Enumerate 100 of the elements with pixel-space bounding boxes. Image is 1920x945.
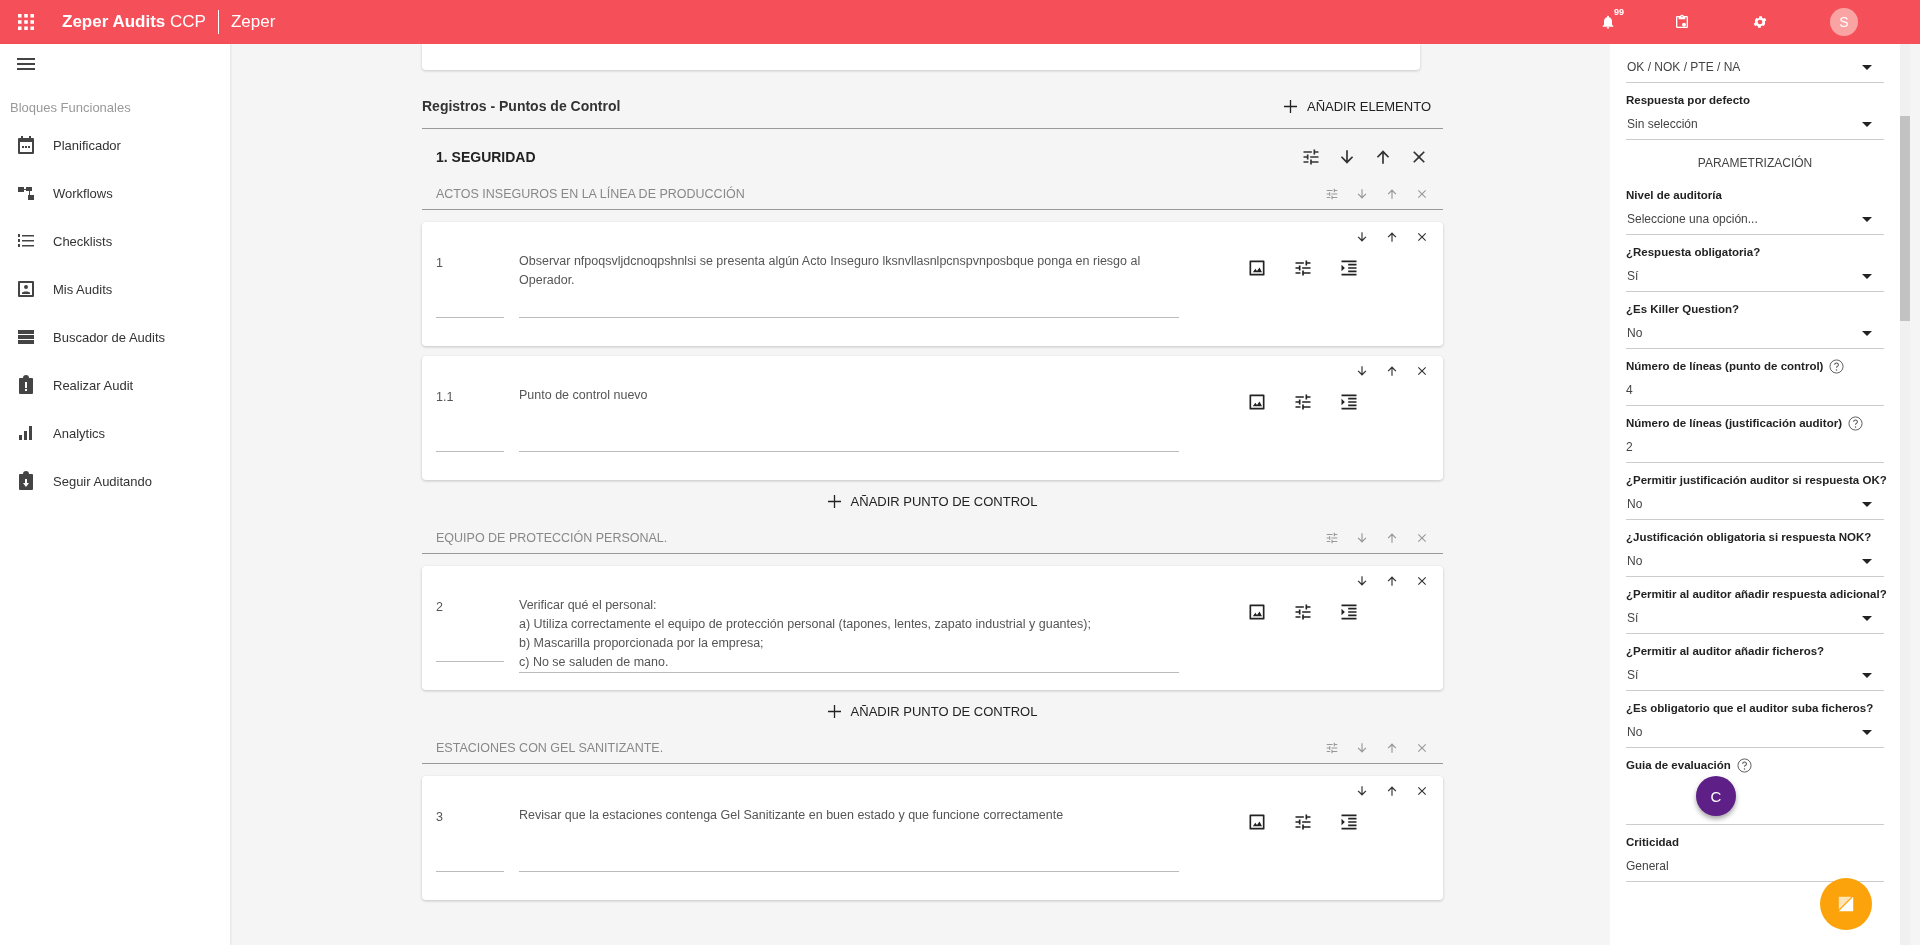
user-avatar[interactable]: C bbox=[1696, 776, 1736, 816]
indent-icon[interactable] bbox=[1339, 602, 1359, 622]
help-icon[interactable] bbox=[1736, 757, 1752, 773]
dropdown-field[interactable]: Seleccione una opción... bbox=[1626, 204, 1884, 235]
sidebar-item[interactable]: Mis Audits bbox=[0, 265, 230, 313]
dropdown-field[interactable]: No bbox=[1626, 318, 1884, 349]
contact-card-icon bbox=[16, 279, 36, 299]
add-control-point-button[interactable]: AÑADIR PUNTO DE CONTROL bbox=[815, 490, 1050, 513]
group-heading: ACTOS INSEGUROS EN LA LÍNEA DE PRODUCCIÓN bbox=[436, 187, 745, 201]
apps-grid-icon[interactable] bbox=[18, 14, 34, 30]
arrow-up-icon[interactable] bbox=[1385, 574, 1399, 588]
input-field[interactable]: 4 bbox=[1626, 375, 1884, 406]
scrollbar-thumb[interactable] bbox=[1900, 116, 1910, 321]
dropdown-field[interactable]: Sí bbox=[1626, 660, 1884, 691]
image-icon[interactable] bbox=[1247, 812, 1267, 832]
field-label: ¿Respuesta obligatoria? bbox=[1626, 246, 1761, 258]
clipboard-download-icon bbox=[16, 471, 36, 491]
field-label: Número de líneas (punto de control) bbox=[1626, 360, 1824, 372]
text-field[interactable]: Verificar qué el personal: a) Utiliza correctamente el equipo de protección personal (tapones, lentes, zapato industrial y guantes); b) Mascarilla proporcionada por la empresa; c) No se saluden de mano. bbox=[519, 596, 1179, 673]
add-element-button[interactable]: AÑADIR ELEMENTO bbox=[1272, 94, 1443, 118]
tune-icon[interactable] bbox=[1293, 258, 1313, 278]
sidebar-item[interactable]: Buscador de Audits bbox=[0, 313, 230, 361]
notification-count: 99 bbox=[1614, 7, 1624, 17]
number-field[interactable]: 1.1 bbox=[436, 386, 504, 452]
app-name: Zeper Audits CCP bbox=[62, 10, 219, 34]
tune-icon[interactable] bbox=[1293, 392, 1313, 412]
arrow-up-icon[interactable] bbox=[1385, 364, 1399, 378]
arrow-down-icon[interactable] bbox=[1355, 574, 1369, 588]
close-icon[interactable] bbox=[1415, 230, 1429, 244]
dropdown-field[interactable]: Sin selección bbox=[1626, 109, 1884, 140]
sidebar-item[interactable]: Workflows bbox=[0, 169, 230, 217]
bell-icon[interactable] bbox=[1600, 14, 1616, 30]
diagonal-square-icon bbox=[1837, 895, 1855, 913]
close-icon[interactable] bbox=[1415, 784, 1429, 798]
list-rows-icon bbox=[16, 327, 36, 347]
arrow-down-icon[interactable] bbox=[1355, 784, 1369, 798]
number-field[interactable]: 3 bbox=[436, 806, 504, 872]
field-label: Guia de evaluación bbox=[1626, 759, 1731, 771]
sidebar-heading: Bloques Funcionales bbox=[10, 100, 132, 115]
clipboard-alert-icon bbox=[16, 375, 36, 395]
group-heading: ESTACIONES CON GEL SANITIZANTE. bbox=[436, 741, 664, 755]
help-icon[interactable] bbox=[1829, 358, 1845, 374]
indent-icon[interactable] bbox=[1339, 392, 1359, 412]
tune-icon[interactable] bbox=[1293, 602, 1313, 622]
dropdown-caret-icon bbox=[1862, 615, 1872, 621]
sidebar-item[interactable]: Checklists bbox=[0, 217, 230, 265]
sidebar-item[interactable]: Planificador bbox=[0, 121, 230, 169]
dropdown-field[interactable]: No bbox=[1626, 546, 1884, 577]
text-field[interactable]: Revisar que la estaciones contenga Gel Sanitizante en buen estado y que funcione correctamente bbox=[519, 806, 1179, 872]
arrow-down-icon[interactable] bbox=[1355, 364, 1369, 378]
dropdown-caret-icon bbox=[1862, 330, 1872, 336]
sidebar-item[interactable]: Analytics bbox=[0, 409, 230, 457]
plus-icon bbox=[827, 495, 841, 508]
group-heading: EQUIPO DE PROTECCIÓN PERSONAL. bbox=[436, 531, 668, 545]
close-icon[interactable] bbox=[1415, 574, 1429, 588]
number-field[interactable]: 1 bbox=[436, 252, 504, 318]
dropdown-field[interactable]: No bbox=[1626, 489, 1884, 520]
dropdown-field[interactable]: No bbox=[1626, 717, 1884, 748]
clipboard-icon[interactable] bbox=[1674, 14, 1690, 30]
field-label: ¿Es obligatorio que el auditor suba ficheros? bbox=[1626, 702, 1874, 714]
field-label: ¿Es Killer Question? bbox=[1626, 303, 1740, 315]
number-field[interactable]: 2 bbox=[436, 596, 504, 662]
indent-icon[interactable] bbox=[1339, 812, 1359, 832]
dropdown-caret-icon bbox=[1862, 672, 1872, 678]
section-heading: 1. SEGURIDAD bbox=[436, 149, 536, 165]
arrow-up-icon[interactable] bbox=[1385, 230, 1399, 244]
organization-name: Zeper bbox=[230, 12, 276, 32]
dropdown-caret-icon bbox=[1862, 501, 1872, 507]
field-label: Número de líneas (justificación auditor) bbox=[1626, 417, 1842, 429]
tune-icon[interactable] bbox=[1293, 812, 1313, 832]
tune-icon[interactable] bbox=[1301, 147, 1321, 167]
add-control-point-button[interactable]: AÑADIR PUNTO DE CONTROL bbox=[815, 700, 1050, 723]
dropdown-caret-icon bbox=[1862, 729, 1872, 735]
plus-icon bbox=[827, 705, 841, 718]
image-icon[interactable] bbox=[1247, 602, 1267, 622]
close-icon[interactable] bbox=[1415, 364, 1429, 378]
sidebar-item[interactable]: Realizar Audit bbox=[0, 361, 230, 409]
image-icon[interactable] bbox=[1247, 392, 1267, 412]
help-icon[interactable] bbox=[1848, 415, 1863, 431]
dropdown-field[interactable]: OK / NOK / PTE / NA bbox=[1626, 52, 1884, 83]
image-icon[interactable] bbox=[1247, 258, 1267, 278]
text-field[interactable]: Observar nfpoqsvljdcnoqpshnlsi se presenta algún Acto Inseguro lksnvllasnlpcnspvnposbque ponga en riesgo al Operador. bbox=[519, 252, 1179, 318]
arrow-up-icon[interactable] bbox=[1385, 784, 1399, 798]
text-field[interactable]: Punto de control nuevo bbox=[519, 386, 1179, 452]
dropdown-caret-icon bbox=[1862, 558, 1872, 564]
dropdown-field[interactable]: Sí bbox=[1626, 603, 1884, 634]
input-field[interactable]: 2 bbox=[1626, 432, 1884, 463]
dropdown-caret-icon bbox=[1862, 273, 1872, 279]
settings-icon[interactable] bbox=[1752, 14, 1768, 30]
field-label: Nivel de auditoría bbox=[1626, 189, 1722, 201]
calendar-icon bbox=[16, 135, 36, 155]
sidebar-item[interactable]: Seguir Auditando bbox=[0, 457, 230, 505]
menu-icon[interactable] bbox=[17, 58, 35, 70]
plus-icon bbox=[1284, 99, 1297, 113]
dropdown-field[interactable]: Sí bbox=[1626, 261, 1884, 292]
dropdown-caret-icon bbox=[1862, 121, 1872, 127]
indent-icon[interactable] bbox=[1339, 258, 1359, 278]
dropdown-caret-icon bbox=[1862, 64, 1872, 70]
field-label: ¿Justificación obligatoria si respuesta NOK? bbox=[1626, 531, 1872, 543]
arrow-down-icon[interactable] bbox=[1355, 230, 1369, 244]
